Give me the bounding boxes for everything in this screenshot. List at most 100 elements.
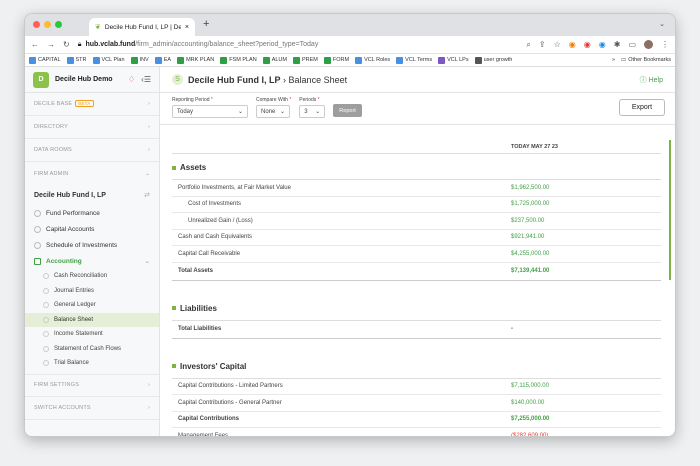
schedule-icon — [34, 241, 41, 249]
swap-icon[interactable]: ⇄ — [144, 191, 150, 199]
close-window-icon[interactable] — [33, 21, 40, 28]
url-path: /firm_admin/accounting/balance_sheet?per… — [135, 41, 319, 48]
tab-title: Decile Hub Fund I, LP | Decile — [104, 23, 181, 31]
compare-with-select[interactable]: None ⌄ — [256, 105, 290, 118]
bookmark-icon — [355, 56, 363, 64]
star-icon[interactable]: ☆ — [554, 40, 561, 49]
lock-icon: 🔒︎ — [77, 40, 82, 48]
profile-avatar[interactable] — [644, 40, 653, 49]
browser-tab[interactable]: ❦ Decile Hub Fund I, LP | Decile × — [89, 18, 195, 36]
extension-icon[interactable]: ◉ — [599, 40, 606, 49]
bookmark-icon — [438, 56, 446, 64]
bookmark-item[interactable]: PREM — [292, 56, 318, 64]
share-icon[interactable]: ⇪ — [539, 40, 546, 49]
export-button[interactable]: Export — [619, 99, 665, 116]
section-switch-accounts[interactable]: SWITCH ACCOUNTS › — [25, 397, 159, 420]
section-data-rooms[interactable]: DATA ROOMS › — [25, 139, 159, 162]
maximize-window-icon[interactable] — [55, 21, 62, 28]
new-tab-icon[interactable]: + — [203, 18, 209, 30]
chevron-down-icon: ⌄ — [237, 109, 243, 115]
bookmark-item[interactable]: EA — [154, 56, 171, 64]
table-row: Capital Contributions - Limited Partners… — [172, 379, 661, 395]
row-value: $1,962,500.00 — [511, 184, 550, 191]
submenu-item[interactable]: Journal Entries — [25, 284, 159, 299]
bookmark-item[interactable]: ALUM — [262, 56, 287, 64]
fund-icon: S — [172, 74, 183, 85]
bookmark-item[interactable]: VCL LPs — [438, 56, 469, 64]
bookmark-item[interactable]: VCL Terms — [396, 56, 432, 64]
row-value: $237,500.00 — [511, 217, 545, 224]
table-row: Capital Contributions $7,255,000.00 — [172, 412, 661, 428]
bookmark-item[interactable]: CAPITAL — [29, 56, 61, 64]
section-firm-admin[interactable]: FIRM ADMIN ⌄ — [25, 162, 159, 185]
bookmark-item[interactable]: VCL Roles — [355, 56, 390, 64]
bookmark-item[interactable]: user growth — [474, 56, 512, 64]
bookmark-item[interactable]: MRK PLAN — [177, 56, 214, 64]
report-button[interactable]: Report — [333, 104, 362, 117]
bookmark-item[interactable]: FORM — [323, 56, 349, 64]
forward-icon[interactable]: → — [47, 40, 55, 49]
section-decile-base[interactable]: DECILE BASE BETA › — [25, 93, 159, 116]
bookmark-item[interactable]: INV — [130, 56, 149, 64]
submenu-item[interactable]: Income Statement — [25, 327, 159, 342]
address-bar: ← → ↻ 🔒︎ hub.vclab.fund/firm_admin/accou… — [25, 36, 675, 54]
bookmark-item[interactable]: STR — [66, 56, 87, 64]
back-icon[interactable]: ← — [31, 40, 39, 49]
submenu-item[interactable]: Statement of Cash Flows — [25, 342, 159, 357]
help-link[interactable]: ⓘ Help — [640, 75, 663, 85]
org-name[interactable]: Decile Hub Demo — [55, 76, 122, 83]
periods-select[interactable]: 3 ⌄ — [299, 105, 326, 118]
sidebar-toggle-icon[interactable]: ▭ — [628, 40, 636, 49]
collapse-menu-icon[interactable]: ‹☰ — [141, 75, 151, 84]
bookmark-icon — [292, 56, 300, 64]
app: D Decile Hub Demo ♢ ‹☰ DECILE BASE BETA › … — [25, 67, 675, 436]
minimize-window-icon[interactable] — [44, 21, 51, 28]
fund-selector[interactable]: Decile Hub Fund I, LP ⇄ — [25, 185, 159, 205]
avatar[interactable]: D — [33, 71, 49, 88]
bell-icon[interactable]: ♢ — [128, 75, 135, 84]
puzzle-icon[interactable]: ✱ — [614, 40, 621, 49]
bookmark-item[interactable]: VCL Plan — [92, 56, 125, 64]
row-label: Capital Contributions - Limited Partners — [178, 383, 283, 390]
extension-icon[interactable]: ◉ — [584, 40, 591, 49]
submenu-item[interactable]: General Ledger — [25, 298, 159, 313]
other-bookmarks[interactable]: ▭ Other Bookmarks — [621, 57, 671, 63]
bookmark-icon — [92, 56, 100, 64]
submenu-item[interactable]: Trial Balance — [25, 356, 159, 371]
table-row: Capital Call Receivable $4,255,000.00 — [172, 246, 661, 263]
table-row: Unrealized Gain / (Loss) $237,500.00 — [172, 213, 661, 230]
bookmark-icon — [66, 56, 74, 64]
bookmark-icon — [29, 56, 36, 64]
bookmark-icon — [154, 56, 162, 64]
submenu-item[interactable]: Balance Sheet — [25, 312, 159, 327]
main-content: S Decile Hub Fund I, LP › Balance Sheet … — [160, 67, 675, 436]
zoom-icon[interactable]: ⌕ — [526, 40, 530, 50]
more-bookmarks-icon[interactable]: » — [612, 57, 615, 63]
chevron-down-icon[interactable]: ⌄ — [659, 20, 665, 28]
page-icon — [43, 345, 49, 352]
total-liabilities-row: Total Liabilities - — [172, 321, 661, 339]
row-label: Cost of Investments — [188, 201, 242, 208]
nav-schedule-of-investments[interactable]: Schedule of Investments — [25, 237, 159, 253]
nav-capital-accounts[interactable]: Capital Accounts — [25, 221, 159, 237]
tab-close-icon[interactable]: × — [185, 24, 189, 31]
section-directory[interactable]: DIRECTORY › — [25, 116, 159, 139]
reload-icon[interactable]: ↻ — [63, 40, 70, 49]
row-label: Capital Contributions - General Partner — [178, 399, 282, 406]
section-firm-settings[interactable]: FIRM SETTINGS › — [25, 373, 159, 397]
reporting-period-select[interactable]: Today ⌄ — [172, 105, 248, 118]
filters-bar: Reporting Period * Today ⌄ Compare With *… — [160, 93, 675, 125]
section-marker — [172, 165, 176, 170]
url-field[interactable]: 🔒︎ hub.vclab.fund/firm_admin/accounting/… — [78, 41, 519, 49]
extension-icon[interactable]: ◉ — [569, 40, 576, 49]
row-value: $140,000.00 — [511, 399, 545, 406]
nav-fund-performance[interactable]: Fund Performance — [25, 205, 159, 221]
menu-icon[interactable]: ⋮ — [661, 40, 669, 49]
submenu-item[interactable]: Cash Reconciliation — [25, 269, 159, 284]
row-value: $4,255,000.00 — [511, 250, 550, 257]
row-value: $7,115,000.00 — [511, 383, 549, 390]
total-assets-row: Total Assets $7,139,441.00 — [172, 263, 661, 281]
page-icon — [43, 316, 49, 323]
bookmark-item[interactable]: FSM PLAN — [220, 56, 257, 64]
nav-accounting[interactable]: Accounting ⌄ — [25, 253, 159, 269]
